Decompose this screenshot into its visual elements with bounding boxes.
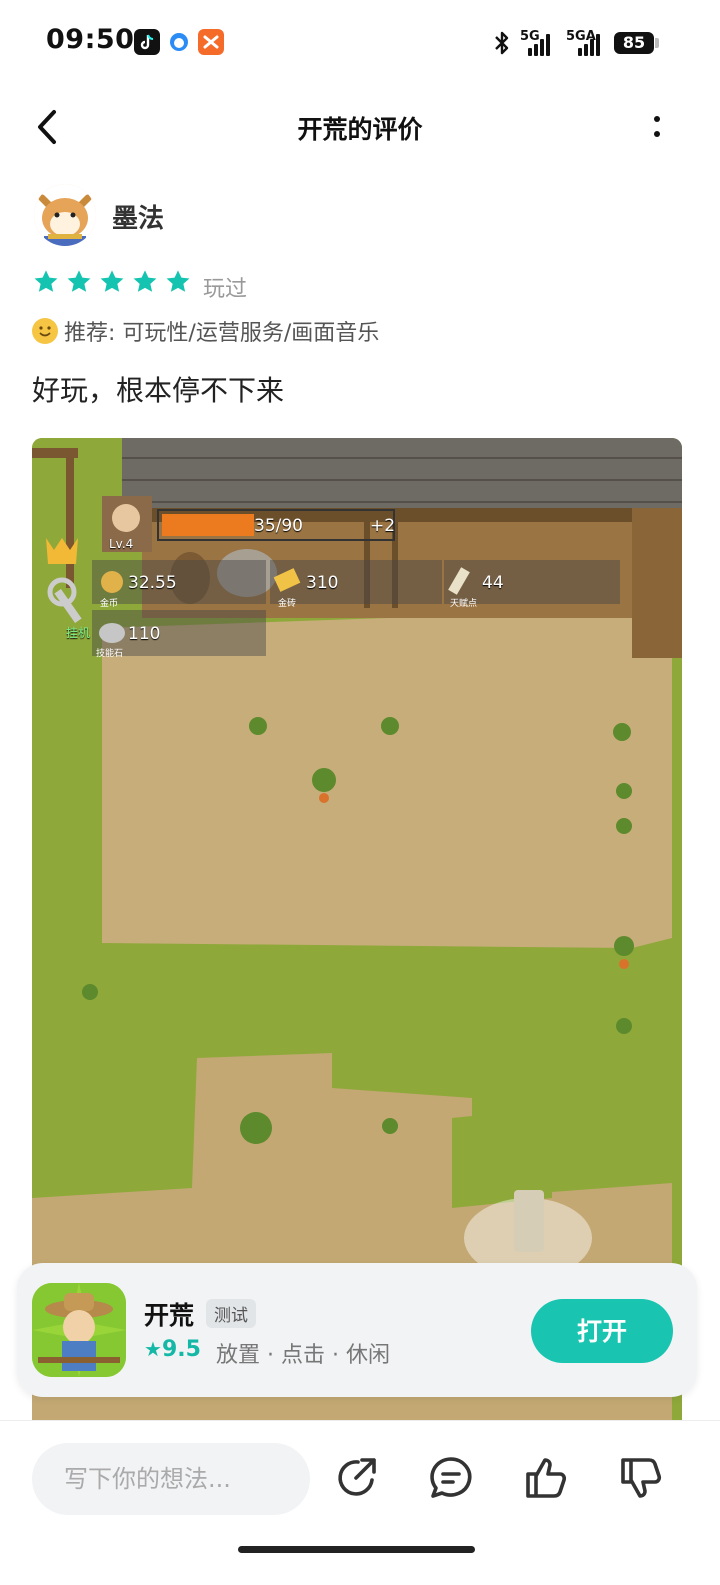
test-badge: 测试 [206, 1299, 256, 1328]
game-rating: ★9.5 [144, 1337, 201, 1362]
more-options-button[interactable] [642, 108, 670, 148]
hp-bar-fill [162, 514, 254, 536]
status-bar: 09:50 5G 5GA 85 [0, 0, 720, 88]
back-button[interactable] [30, 104, 70, 150]
gold-value: 310 [306, 573, 339, 593]
review-text: 好玩，根本停不下来 [32, 374, 285, 407]
game-score: 9.5 [161, 1337, 201, 1362]
talent-label: 天赋点 [450, 599, 478, 609]
share-button[interactable] [332, 1454, 380, 1502]
more-icon [654, 116, 660, 122]
star-icon [166, 270, 190, 292]
star-icon [100, 270, 124, 292]
dislike-button[interactable] [617, 1454, 665, 1502]
rating-stars [32, 268, 192, 300]
avatar[interactable] [34, 184, 96, 246]
thumbs-up-icon [526, 1458, 567, 1498]
chevron-left-icon [38, 110, 56, 144]
gold-label: 金砖 [278, 599, 297, 609]
author-name[interactable]: 墨法 [112, 198, 164, 235]
page-title: 开荒的评价 [297, 115, 423, 144]
star-icon [133, 270, 157, 292]
stone-label: 技能石 [96, 649, 124, 659]
comment-input[interactable] [32, 1443, 310, 1515]
star-icon: ★ [144, 1337, 162, 1361]
more-icon-dot [654, 131, 660, 137]
tiktok-icon [134, 29, 160, 55]
afk-label: 挂机 [66, 626, 91, 640]
recommend-text: 推荐: 可玩性/运营服务/画面音乐 [64, 321, 380, 346]
coins-value: 32.55 [128, 573, 177, 593]
like-button[interactable] [522, 1454, 570, 1502]
home-indicator[interactable] [238, 1546, 475, 1553]
hp-text: 35/90 [254, 516, 303, 536]
signal-icon-2 [578, 32, 604, 56]
talent-value: 44 [482, 573, 504, 593]
level-label: Lv.4 [109, 537, 134, 551]
battery-tip [655, 38, 659, 48]
play-status: 玩过 [203, 277, 248, 302]
signal-icon-1 [528, 32, 554, 56]
bonus-text: +2 [370, 516, 396, 536]
status-time: 09:50 [46, 24, 135, 55]
open-game-button[interactable]: 打开 [531, 1299, 673, 1363]
comment-icon [430, 1457, 472, 1498]
share-icon [338, 1458, 376, 1496]
stone-value: 110 [128, 624, 161, 644]
battery-icon: 85 [614, 32, 654, 54]
app-notification-icon [198, 29, 224, 55]
recommend-row: 推荐: 可玩性/运营服务/画面音乐 [32, 314, 379, 348]
game-name[interactable]: 开荒 [144, 1296, 194, 1332]
thumbs-down-icon [621, 1458, 662, 1498]
game-categories: 放置 · 点击 · 休闲 [216, 1343, 390, 1368]
star-icon [67, 270, 91, 292]
star-icon [34, 270, 58, 292]
coins-label: 金币 [100, 599, 119, 609]
browser-icon [166, 29, 192, 55]
game-icon[interactable] [32, 1283, 126, 1377]
bluetooth-icon [492, 28, 512, 58]
comment-button[interactable] [427, 1454, 475, 1502]
smile-icon [32, 318, 58, 344]
